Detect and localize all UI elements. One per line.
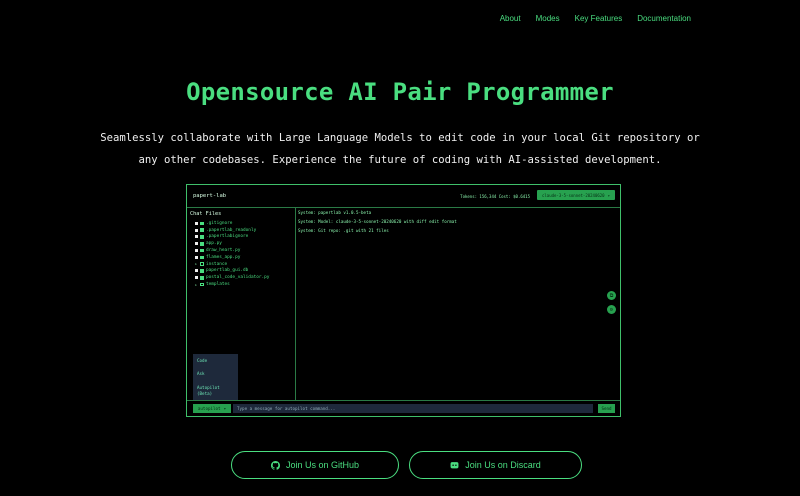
file-checkbox[interactable] (195, 255, 198, 259)
join-github-button[interactable]: Join Us on GitHub (231, 451, 399, 479)
file-name: .gitignore (206, 220, 233, 226)
file-checkbox[interactable] (195, 276, 198, 280)
chat-message: System: papertlab v1.0.5-beta (298, 210, 372, 215)
app-title: papert-lab (193, 193, 227, 199)
file-checkbox[interactable] (195, 269, 198, 273)
top-nav: About Modes Key Features Documentation (500, 14, 691, 23)
file-icon (200, 228, 204, 232)
nav-about[interactable]: About (500, 14, 521, 23)
github-icon (270, 460, 280, 470)
folder-icon (200, 282, 204, 287)
file-name: .papertlab_readonly (206, 227, 257, 233)
chat-message: System: Git repo: .git with 21 files (298, 228, 389, 233)
chevron-down-icon: ▾ (223, 406, 227, 411)
hero-subtitle-line-2: any other codebases. Experience the futu… (138, 154, 662, 166)
mode-select[interactable]: autopilot ▾ (193, 404, 231, 413)
folder-icon (200, 262, 204, 266)
file-item[interactable]: ▸ instance (195, 261, 269, 268)
nav-documentation[interactable]: Documentation (637, 14, 691, 23)
chevron-right-icon[interactable]: ▸ (195, 283, 198, 287)
hero-title: Opensource AI Pair Programmer (186, 78, 614, 106)
chevron-right-icon[interactable]: ▸ (195, 262, 198, 266)
file-item[interactable]: .papertlabignore (195, 234, 269, 241)
join-github-label: Join Us on GitHub (285, 460, 360, 470)
file-item[interactable]: app.py (195, 240, 269, 247)
file-icon (200, 221, 204, 226)
model-select-label: claude-3-5-sonnet-20240620 (541, 192, 605, 198)
file-item[interactable]: flames_app.py (195, 254, 269, 261)
mode-option-autopilot-beta: (Beta) (197, 391, 213, 396)
file-checkbox[interactable] (195, 235, 198, 239)
file-item[interactable]: ▸ templates (195, 281, 269, 288)
token-cost-stats: Tokens: 156,344 Cost: $0.6415 (460, 194, 530, 199)
file-name: templates (206, 282, 230, 288)
file-name: draw_heart.py (206, 248, 241, 254)
file-name: app.py (206, 241, 222, 247)
nav-key-features[interactable]: Key Features (575, 14, 623, 23)
file-list: .gitignore .papertlab_readonly .papertlabi… (195, 220, 269, 288)
join-discord-button[interactable]: Join Us on Discard (409, 451, 582, 479)
file-icon (200, 242, 204, 246)
mode-menu: Code Ask Autopilot (Beta) (193, 354, 238, 401)
mode-option-code[interactable]: Code (197, 358, 207, 363)
join-discord-label: Join Us on Discard (465, 460, 541, 470)
file-name: instance (206, 261, 228, 267)
message-input[interactable] (233, 404, 593, 413)
mode-option-autopilot[interactable]: Autopilot (197, 385, 220, 390)
nav-modes[interactable]: Modes (536, 14, 560, 23)
settings-icon[interactable]: ⚙ (607, 305, 616, 314)
chevron-down-icon: ▾ (607, 192, 611, 198)
file-icon (200, 269, 204, 273)
file-checkbox[interactable] (195, 242, 198, 246)
file-checkbox[interactable] (195, 221, 198, 225)
mode-option-ask[interactable]: Ask (197, 371, 205, 376)
chat-area: System: papertlab v1.0.5-beta System: Mo… (296, 207, 620, 401)
file-name: flames_app.py (206, 254, 241, 260)
hero-subtitle: Seamlessly collaborate with Large Langua… (90, 127, 710, 171)
file-checkbox[interactable] (195, 228, 198, 232)
file-name: .papertlabignore (206, 234, 249, 240)
send-button[interactable]: Send (598, 404, 615, 413)
file-item[interactable]: .gitignore (195, 220, 269, 227)
mode-select-label: autopilot (197, 406, 221, 411)
file-name: papertlab_gui.db (206, 268, 249, 274)
copy-icon[interactable]: ⧉ (607, 291, 616, 300)
app-screenshot: papert-lab Tokens: 156,344 Cost: $0.6415… (186, 184, 621, 417)
chat-files-sidebar: Chat Files .gitignore .papertlab_readonly… (187, 207, 296, 401)
file-item[interactable]: postal_code_validator.py (195, 274, 269, 281)
file-icon (200, 255, 204, 260)
input-bar: autopilot ▾ Send (187, 400, 620, 416)
app-header: papert-lab Tokens: 156,344 Cost: $0.6415… (187, 185, 620, 208)
model-select[interactable]: claude-3-5-sonnet-20240620 ▾ (537, 190, 615, 200)
file-icon (200, 248, 204, 253)
chat-message: System: Model: claude-3-5-sonnet-2024062… (298, 219, 457, 224)
file-item[interactable]: papertlab_gui.db (195, 268, 269, 275)
discord-icon (450, 461, 459, 468)
file-name: postal_code_validator.py (206, 275, 270, 281)
file-checkbox[interactable] (195, 249, 198, 253)
file-item[interactable]: .papertlab_readonly (195, 227, 269, 234)
file-item[interactable]: draw_heart.py (195, 247, 269, 254)
file-icon (200, 276, 204, 280)
sidebar-title: Chat Files (190, 211, 222, 217)
hero-subtitle-line-1: Seamlessly collaborate with Large Langua… (100, 132, 700, 144)
file-icon (200, 235, 204, 239)
